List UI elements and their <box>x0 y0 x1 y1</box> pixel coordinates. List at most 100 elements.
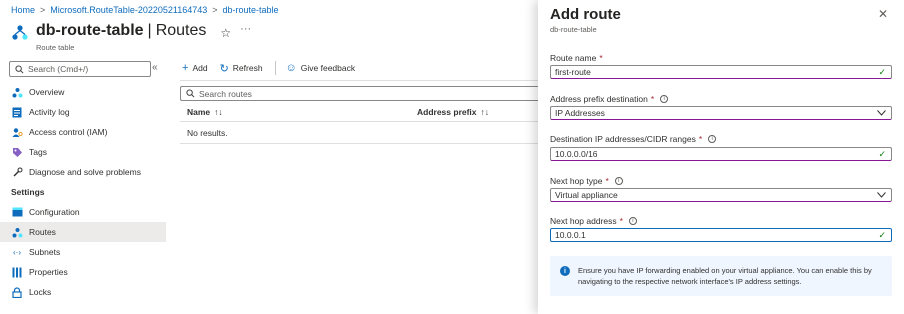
chevron-down-icon <box>877 110 886 116</box>
panel-subtitle: db-route-table <box>550 25 597 34</box>
cidr-value: 10.0.0.0/16 <box>555 149 598 159</box>
field-label-text: Route name <box>550 53 597 63</box>
toolbar-divider <box>274 61 276 75</box>
column-header-label: Name <box>187 107 211 117</box>
search-icon <box>15 64 24 73</box>
required-mark: * <box>619 216 623 226</box>
wrench-icon <box>11 166 23 178</box>
more-icon[interactable]: ··· <box>240 23 251 35</box>
properties-icon <box>11 266 23 278</box>
next-hop-address-value: 10.0.0.1 <box>555 230 586 240</box>
field-label-text: Address prefix destination <box>550 94 648 104</box>
sidebar-item-label: Diagnose and solve problems <box>29 167 141 177</box>
required-mark: * <box>605 176 609 186</box>
page-title: db-route-table | Routes <box>36 22 207 39</box>
route-name-input[interactable]: first-route ✓ <box>550 65 892 79</box>
refresh-icon: ↻ <box>219 62 229 75</box>
add-label: Add <box>192 63 208 73</box>
next-hop-type-label: Next hop type * i <box>550 176 623 186</box>
sidebar-item-tags[interactable]: Tags <box>0 142 166 162</box>
search-routes-input[interactable]: Search routes <box>180 86 538 101</box>
cidr-input[interactable]: 10.0.0.0/16 ✓ <box>550 147 892 161</box>
info-icon: i <box>560 266 570 276</box>
sidebar-item-routes[interactable]: Routes <box>0 222 166 242</box>
sidebar-item-label: Overview <box>29 87 65 97</box>
iam-icon <box>11 126 23 138</box>
breadcrumb-separator: > <box>212 5 218 15</box>
page-header: db-route-table | Routes ☆ ··· <box>11 22 251 42</box>
divider <box>180 143 538 144</box>
info-icon[interactable]: i <box>614 177 623 185</box>
search-icon <box>186 89 195 98</box>
required-mark: * <box>599 53 603 63</box>
check-icon: ✓ <box>878 66 886 77</box>
add-button[interactable]: + Add <box>182 62 208 74</box>
sidebar-nav: Overview Activity log Access control (IA… <box>0 82 166 302</box>
sidebar-item-activity-log[interactable]: Activity log <box>0 102 166 122</box>
route-table-icon <box>12 25 28 40</box>
sidebar-item-label: Properties <box>29 267 68 277</box>
sort-icon: ↑↓ <box>480 107 490 117</box>
breadcrumb-home[interactable]: Home <box>11 5 35 15</box>
info-icon[interactable]: i <box>660 95 669 103</box>
breadcrumb-resource-group[interactable]: Microsoft.RouteTable-20220521164743 <box>50 5 207 15</box>
subnets-icon: ‹·› <box>13 247 21 257</box>
activity-log-icon <box>11 106 23 118</box>
panel-title: Add route <box>550 6 621 23</box>
next-hop-address-input[interactable]: 10.0.0.1 ✓ <box>550 228 892 242</box>
page-title-section: Routes <box>155 22 207 39</box>
breadcrumb: Home > Microsoft.RouteTable-202205211647… <box>11 5 279 15</box>
refresh-label: Refresh <box>232 63 263 73</box>
divider <box>180 80 538 81</box>
routes-icon <box>11 226 23 238</box>
sidebar-item-subnets[interactable]: ‹·› Subnets <box>0 242 166 262</box>
sidebar-item-configuration[interactable]: Configuration <box>0 202 166 222</box>
collapse-sidebar-button[interactable]: « <box>152 62 158 73</box>
next-hop-type-select[interactable]: Virtual appliance <box>550 188 892 202</box>
prefix-destination-value: IP Addresses <box>555 108 605 118</box>
chevron-down-icon <box>877 192 886 198</box>
breadcrumb-route-table[interactable]: db-route-table <box>223 5 279 15</box>
sidebar-item-properties[interactable]: Properties <box>0 262 166 282</box>
required-mark: * <box>698 134 703 144</box>
sidebar-item-label: Activity log <box>29 107 70 117</box>
column-header-address-prefix[interactable]: Address prefix ↑↓ <box>417 107 489 117</box>
sidebar-item-access-control[interactable]: Access control (IAM) <box>0 122 166 142</box>
page-title-name: db-route-table <box>36 22 144 39</box>
overview-icon <box>11 86 23 98</box>
field-label-text: Next hop address <box>550 216 617 226</box>
refresh-button[interactable]: ↻ Refresh <box>220 62 263 75</box>
sidebar-section-settings: Settings <box>11 187 45 197</box>
give-feedback-button[interactable]: ☺ Give feedback <box>286 62 356 74</box>
search-routes-placeholder: Search routes <box>199 88 252 99</box>
star-icon[interactable]: ☆ <box>220 26 231 40</box>
sidebar-item-label: Locks <box>29 287 52 297</box>
info-icon[interactable]: i <box>628 217 637 225</box>
field-label-text: Destination IP addresses/CIDR ranges <box>550 134 696 144</box>
sort-icon: ↑↓ <box>214 107 223 117</box>
prefix-destination-select[interactable]: IP Addresses <box>550 106 892 120</box>
sidebar-item-label: Configuration <box>29 207 80 217</box>
column-header-label: Address prefix <box>417 107 477 117</box>
sidebar-search-input[interactable]: Search (Cmd+/) <box>9 61 151 77</box>
divider <box>180 121 538 122</box>
column-header-name[interactable]: Name ↑↓ <box>187 107 223 117</box>
close-icon[interactable]: ✕ <box>878 7 888 21</box>
next-hop-address-label: Next hop address * i <box>550 216 637 226</box>
sidebar-item-overview[interactable]: Overview <box>0 82 166 102</box>
plus-icon: + <box>182 62 189 74</box>
prefix-destination-label: Address prefix destination * i <box>550 94 669 104</box>
feedback-label: Give feedback <box>300 63 356 73</box>
sidebar-item-diagnose[interactable]: Diagnose and solve problems <box>0 162 166 182</box>
tag-icon <box>11 146 23 158</box>
feedback-icon: ☺ <box>285 62 297 74</box>
route-name-value: first-route <box>555 67 591 77</box>
cidr-label: Destination IP addresses/CIDR ranges * i <box>550 134 717 144</box>
route-name-label: Route name * <box>550 53 603 63</box>
sidebar-item-label: Tags <box>29 147 47 157</box>
breadcrumb-separator: > <box>40 5 46 15</box>
info-icon[interactable]: i <box>708 135 717 143</box>
page-subtitle: Route table <box>36 43 75 52</box>
sidebar-item-locks[interactable]: Locks <box>0 282 166 302</box>
configuration-icon <box>11 206 23 218</box>
